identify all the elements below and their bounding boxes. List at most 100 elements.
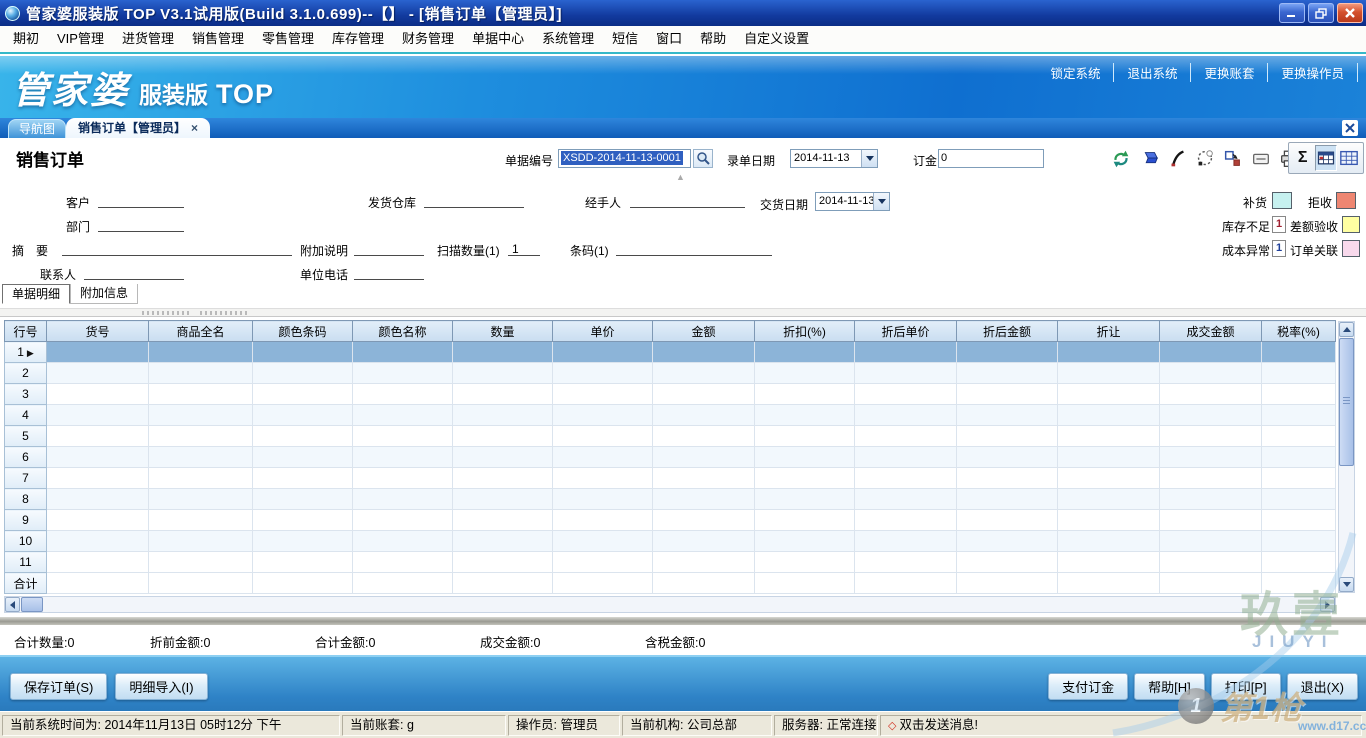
grid-cell[interactable] <box>855 552 957 573</box>
menu-item-jinhuo[interactable]: 进货管理 <box>113 26 183 52</box>
grid-cell[interactable] <box>149 342 253 363</box>
grid-cell[interactable] <box>653 342 755 363</box>
selection-button[interactable] <box>1192 146 1217 172</box>
grid-cell[interactable] <box>553 342 653 363</box>
restore-button[interactable] <box>1308 3 1334 23</box>
col-header-item-name[interactable]: 商品全名 <box>149 321 253 342</box>
menu-item-kucun[interactable]: 库存管理 <box>323 26 393 52</box>
grid-cell[interactable] <box>253 384 353 405</box>
grid-cell[interactable] <box>353 552 453 573</box>
grid-cell[interactable] <box>253 510 353 531</box>
grid-cell[interactable] <box>47 531 149 552</box>
note-field[interactable] <box>354 242 424 256</box>
grid-cell[interactable] <box>353 573 453 594</box>
grid-cell[interactable] <box>1160 384 1262 405</box>
col-header-item-no[interactable]: 货号 <box>47 321 149 342</box>
grid-plain-view-button[interactable] <box>1338 145 1360 171</box>
splitter-handle[interactable] <box>0 308 1366 317</box>
summary-field[interactable] <box>62 242 292 256</box>
table-row[interactable]: 3 <box>5 384 1336 405</box>
handler-field[interactable] <box>630 194 745 208</box>
grid-cell[interactable] <box>653 531 755 552</box>
entry-date-select[interactable]: 2014-11-13 <box>790 149 878 168</box>
grid-cell[interactable] <box>1262 552 1336 573</box>
grid-cell[interactable] <box>1160 531 1262 552</box>
grid-cell[interactable] <box>957 510 1058 531</box>
grid-cell[interactable] <box>653 468 755 489</box>
exit-system-link[interactable]: 退出系统 <box>1114 63 1191 82</box>
grid-cell[interactable] <box>653 573 755 594</box>
grid-cell[interactable] <box>47 363 149 384</box>
help-button[interactable]: 帮助[H] <box>1134 673 1205 700</box>
grid-cell[interactable] <box>149 426 253 447</box>
grid-cell[interactable] <box>1160 363 1262 384</box>
grid-cell[interactable] <box>453 468 553 489</box>
grid-cell[interactable] <box>957 363 1058 384</box>
grid-cell[interactable] <box>1058 384 1160 405</box>
grid-cell[interactable] <box>855 468 957 489</box>
grid-cell[interactable] <box>1262 510 1336 531</box>
grid-cell[interactable] <box>149 552 253 573</box>
grid-cell[interactable] <box>1160 468 1262 489</box>
row-number-cell[interactable]: 11 <box>5 552 47 573</box>
grid-cell[interactable] <box>553 552 653 573</box>
menu-item-bangzhu[interactable]: 帮助 <box>691 26 735 52</box>
grid-cell[interactable] <box>353 531 453 552</box>
row-number-cell[interactable]: 6 <box>5 447 47 468</box>
grid-cell[interactable] <box>957 405 1058 426</box>
grid-cell[interactable] <box>1058 363 1160 384</box>
vertical-scrollbar[interactable] <box>1338 321 1355 593</box>
sum-view-button[interactable]: Σ <box>1292 145 1314 171</box>
grid-cell[interactable] <box>47 384 149 405</box>
col-header-disc-amount[interactable]: 折后金额 <box>957 321 1058 342</box>
grid-cell[interactable] <box>253 531 353 552</box>
grid-cell[interactable] <box>1160 552 1262 573</box>
grid-cell[interactable] <box>855 573 957 594</box>
grid-cell[interactable] <box>1262 405 1336 426</box>
grid-cell[interactable] <box>957 552 1058 573</box>
grid-cell[interactable] <box>1262 384 1336 405</box>
grid-cell[interactable] <box>653 384 755 405</box>
grid-cell[interactable] <box>253 426 353 447</box>
row-number-cell[interactable]: 1▶ <box>5 342 47 363</box>
refresh-button[interactable] <box>1108 146 1133 172</box>
grid-cell[interactable] <box>1058 342 1160 363</box>
table-row[interactable]: 2 <box>5 363 1336 384</box>
grid-cell[interactable] <box>755 363 855 384</box>
grid-cell[interactable] <box>1262 363 1336 384</box>
table-row[interactable]: 10 <box>5 531 1336 552</box>
col-header-tax-rate[interactable]: 税率(%) <box>1262 321 1336 342</box>
grid-cell[interactable] <box>653 363 755 384</box>
grid-cell[interactable] <box>47 489 149 510</box>
grid-cell[interactable] <box>755 468 855 489</box>
row-number-cell[interactable]: 10 <box>5 531 47 552</box>
doc-no-input[interactable]: XSDD-2014-11-13-0001 <box>558 149 691 168</box>
col-header-discount[interactable]: 折扣(%) <box>755 321 855 342</box>
table-row[interactable]: 合计 <box>5 573 1336 594</box>
grid-cell[interactable] <box>553 468 653 489</box>
grid-cell[interactable] <box>1262 573 1336 594</box>
grid-cell[interactable] <box>253 552 353 573</box>
grid-cell[interactable] <box>855 384 957 405</box>
department-field[interactable] <box>98 218 184 232</box>
table-row[interactable]: 8 <box>5 489 1336 510</box>
scroll-left-button[interactable] <box>5 597 20 612</box>
grid-cell[interactable] <box>1058 426 1160 447</box>
subtab-extra-info[interactable]: 附加信息 <box>70 284 138 304</box>
menu-item-lingshou[interactable]: 零售管理 <box>253 26 323 52</box>
customer-field[interactable] <box>98 194 184 208</box>
grid-cell[interactable] <box>855 363 957 384</box>
grid-cell[interactable] <box>47 510 149 531</box>
grid-cell[interactable] <box>149 384 253 405</box>
grid-cell[interactable] <box>353 447 453 468</box>
save-order-button[interactable]: 保存订单(S) <box>10 673 107 700</box>
grid-cell[interactable] <box>855 447 957 468</box>
grid-cell[interactable] <box>1160 447 1262 468</box>
col-header-color-name[interactable]: 颜色名称 <box>353 321 453 342</box>
switch-account-link[interactable]: 更换账套 <box>1191 63 1268 82</box>
grid-cell[interactable] <box>957 447 1058 468</box>
grid-cell[interactable] <box>453 489 553 510</box>
grid-cell[interactable] <box>1160 573 1262 594</box>
grid-cell[interactable] <box>253 468 353 489</box>
entry-date-dropdown-button[interactable] <box>861 150 877 167</box>
